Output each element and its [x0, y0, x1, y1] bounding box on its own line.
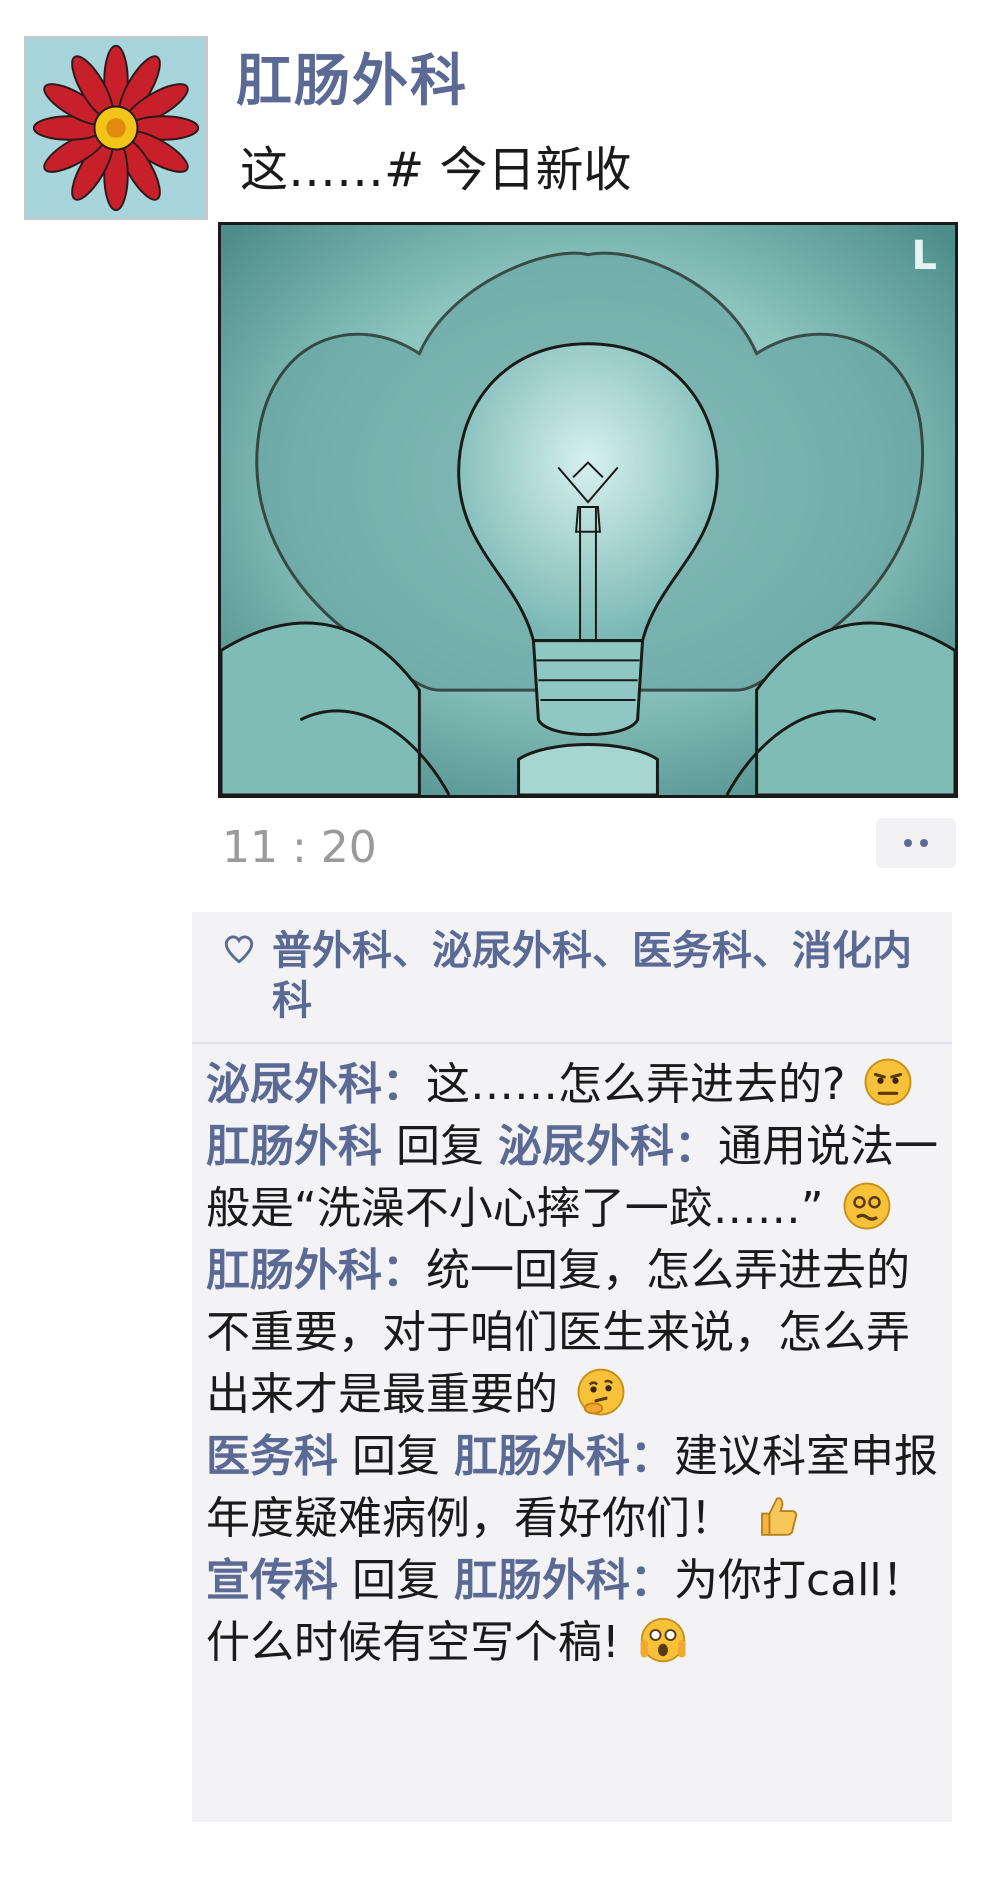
more-dot-icon: [920, 839, 928, 847]
comment[interactable]: 泌尿外科：这……怎么弄进去的?: [206, 1054, 938, 1116]
thinking-emoji-icon: [576, 1367, 626, 1417]
comment[interactable]: 医务科 回复 肛肠外科：建议科室申报年度疑难病例，看好你们！: [206, 1426, 938, 1550]
reply-target[interactable]: 肛肠外科: [454, 1555, 630, 1606]
comment-separator: ：: [382, 1245, 426, 1296]
comment-author[interactable]: 宣传科: [206, 1555, 338, 1606]
reply-target[interactable]: 肛肠外科: [454, 1431, 630, 1482]
thumbs-up-emoji-icon: [752, 1491, 802, 1541]
likes-names[interactable]: 普外科、泌尿外科、医务科、消化内科: [272, 928, 912, 1024]
reply-word: 回复: [352, 1555, 440, 1606]
poster-name[interactable]: 肛肠外科: [236, 36, 468, 117]
heart-icon: [224, 935, 254, 964]
post-image[interactable]: L: [218, 222, 958, 798]
comment[interactable]: 肛肠外科：统一回复，怎么弄进去的不重要，对于咱们医生来说，怎么弄出来才是最重要的: [206, 1240, 938, 1426]
reply-target[interactable]: 泌尿外科: [498, 1121, 674, 1172]
grimace-emoji-icon: [863, 1057, 913, 1107]
image-corner-label: L: [911, 233, 938, 279]
more-dot-icon: [904, 839, 912, 847]
comment-separator: ：: [382, 1059, 426, 1110]
comment-separator: ：: [674, 1121, 718, 1172]
comment[interactable]: 宣传科 回复 肛肠外科：为你打call！什么时候有空写个稿!: [206, 1550, 938, 1674]
comment[interactable]: 肛肠外科 回复 泌尿外科：通用说法一般是“洗澡不小心摔了一跤……”: [206, 1116, 938, 1240]
comments-panel: 普外科、泌尿外科、医务科、消化内科 泌尿外科：这……怎么弄进去的? 肛肠外科 回…: [192, 912, 952, 1822]
comment-author[interactable]: 肛肠外科: [206, 1121, 382, 1172]
post-time: 11 : 20: [222, 822, 377, 873]
avatar[interactable]: [24, 36, 208, 220]
comment-separator: ：: [630, 1555, 674, 1606]
reply-word: 回复: [352, 1431, 440, 1482]
comment-list: 泌尿外科：这……怎么弄进去的? 肛肠外科 回复 泌尿外科：通用说法一般是“洗澡不…: [192, 1044, 952, 1674]
flower-avatar-icon: [26, 38, 206, 218]
comment-author[interactable]: 泌尿外科: [206, 1059, 382, 1110]
post-text: 这……# 今日新收: [240, 142, 632, 198]
comment-text: 这……怎么弄进去的?: [426, 1059, 846, 1110]
scream-emoji-icon: [638, 1615, 688, 1665]
xray-lightbulb-illustration: [221, 225, 955, 795]
comment-separator: ：: [630, 1431, 674, 1482]
more-button[interactable]: [876, 818, 956, 868]
comment-author[interactable]: 肛肠外科: [206, 1245, 382, 1296]
likes-row: 普外科、泌尿外科、医务科、消化内科: [192, 912, 952, 1044]
reply-word: 回复: [396, 1121, 484, 1172]
comment-author[interactable]: 医务科: [206, 1431, 338, 1482]
dizzy-emoji-icon: [842, 1181, 892, 1231]
